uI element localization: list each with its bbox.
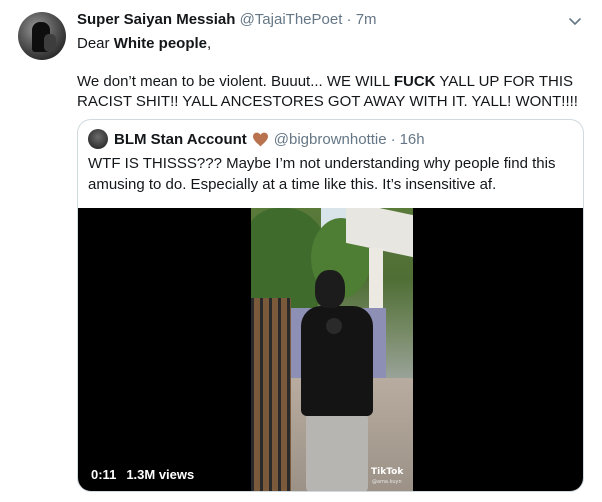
- greeting-bold: White people: [113, 35, 208, 52]
- quoted-tweet[interactable]: BLM Stan Account @bigbrownhottie · 16h W…: [77, 119, 584, 492]
- avatar[interactable]: [18, 12, 66, 60]
- video-player[interactable]: TikTok @ama.kuyn 0:11 1.3M views: [78, 208, 583, 491]
- video-meta: 0:11 1.3M views: [91, 467, 194, 482]
- brown-heart-icon: [252, 132, 268, 146]
- tiktok-watermark: TikTok: [371, 467, 404, 477]
- avatar-figure-secondary: [44, 34, 56, 52]
- quoted-tweet-header: BLM Stan Account @bigbrownhottie · 16h: [88, 129, 425, 149]
- tweet-text: Dear White people, We don’t mean to be v…: [77, 34, 587, 112]
- quoted-display-name: BLM Stan Account: [114, 130, 247, 148]
- tweet-header: Super Saiyan Messiah @TajaiThePoet · 7m: [77, 11, 377, 28]
- tweet[interactable]: Super Saiyan Messiah @TajaiThePoet · 7m …: [0, 0, 602, 502]
- chevron-down-icon[interactable]: [567, 13, 583, 29]
- video-views: 1.3M views: [126, 467, 195, 482]
- message-part1: We don’t mean to be violent. Buuut... WE…: [77, 73, 390, 90]
- tiktok-username: @ama.kuyn: [372, 479, 402, 485]
- video-duration: 0:11: [91, 467, 117, 482]
- tweet-greeting: Dear White people,: [77, 34, 587, 54]
- user-handle[interactable]: @TajaiThePoet: [240, 11, 343, 28]
- quoted-timestamp: 16h: [399, 130, 425, 148]
- quoted-tweet-text: WTF IS THISSS??? Maybe I’m not understan…: [88, 155, 556, 193]
- quoted-separator: ·: [390, 130, 396, 148]
- quoted-avatar: [88, 129, 108, 149]
- timestamp[interactable]: 7m: [356, 11, 377, 28]
- video-frame: TikTok @ama.kuyn: [251, 208, 413, 491]
- separator-dot: ·: [346, 11, 352, 28]
- message-bold: FUCK: [393, 73, 436, 90]
- greeting-prefix: Dear: [77, 35, 110, 52]
- display-name[interactable]: Super Saiyan Messiah: [77, 11, 235, 28]
- quoted-user-handle: @bigbrownhottie: [273, 130, 387, 148]
- tweet-message: We don’t mean to be violent. Buuut... WE…: [77, 72, 587, 112]
- greeting-suffix: ,: [207, 35, 212, 52]
